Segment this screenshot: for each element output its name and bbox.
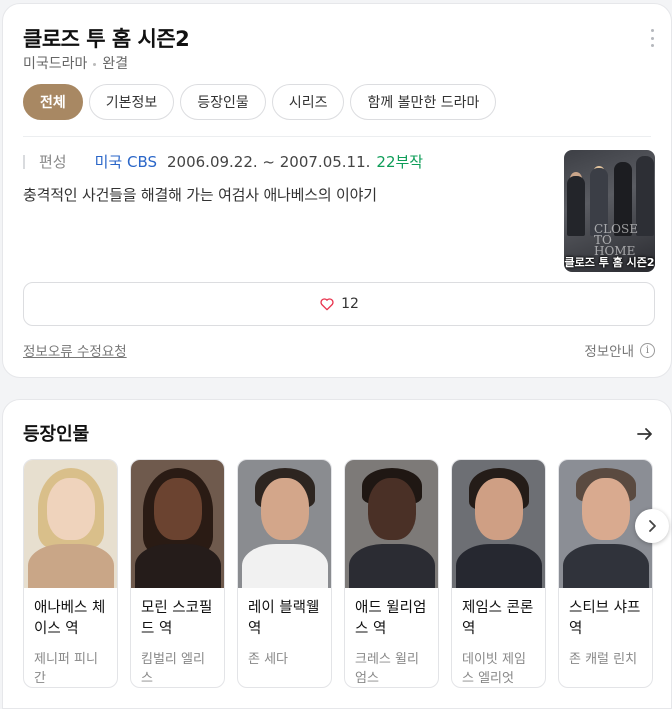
- broadcast-dates: 2006.09.22. ~ 2007.05.11.: [167, 152, 371, 171]
- show-poster[interactable]: CLOSE TO HOME 클로즈 투 홈 시즌2: [564, 150, 655, 272]
- info-bar: [23, 154, 25, 169]
- tab-basic-info[interactable]: 기본정보: [88, 84, 175, 120]
- poster-logo: CLOSE TO HOME: [594, 222, 638, 258]
- info-guide-label: 정보안내: [584, 344, 634, 360]
- show-subtitle: 미국드라마 완결: [23, 53, 128, 73]
- chevron-right-icon: [649, 520, 656, 532]
- cast-item[interactable]: 애드 윌리엄스 역 크레스 윌리엄스: [344, 459, 439, 688]
- cast-actor: 킴벌리 엘리스: [141, 652, 205, 686]
- cast-role: 제임스 콘론 역: [462, 600, 534, 637]
- tab-bar: 전체 기본정보 등장인물 시리즈 함께 볼만한 드라마: [23, 84, 497, 120]
- cast-photo: [452, 460, 545, 588]
- cast-photo: [24, 460, 117, 588]
- heart-outline-icon: [320, 298, 334, 311]
- cast-actor: 존 세다: [248, 652, 289, 667]
- cast-actor: 제니퍼 피니간: [34, 652, 98, 686]
- synopsis: 충격적인 사건들을 해결해 가는 여검사 애나베스의 이야기: [23, 186, 377, 204]
- poster-caption: 클로즈 투 홈 시즌2: [564, 256, 655, 269]
- broadcast-label: 편성: [39, 153, 67, 171]
- tab-cast[interactable]: 등장인물: [180, 84, 266, 120]
- like-button[interactable]: 12: [23, 282, 655, 326]
- arrow-right-icon[interactable]: [635, 424, 655, 444]
- show-info-card: 클로즈 투 홈 시즌2 미국드라마 완결 전체 기본정보 등장인물 시리즈 함께 …: [2, 3, 672, 378]
- divider: [23, 136, 651, 137]
- show-title: 클로즈 투 홈 시즌2: [23, 27, 190, 51]
- status-label: 완결: [102, 56, 129, 72]
- genre-label: 미국드라마: [23, 56, 88, 72]
- cast-actor: 데이빗 제임스 엘리엇: [462, 652, 526, 686]
- cast-item[interactable]: 애나베스 체이스 역 제니퍼 피니간: [23, 459, 118, 688]
- info-icon: i: [640, 342, 655, 358]
- cast-role: 애드 윌리엄스 역: [355, 600, 427, 637]
- cast-item[interactable]: 모린 스코필드 역 킴벌리 엘리스: [130, 459, 225, 688]
- tab-all[interactable]: 전체: [23, 84, 83, 120]
- episode-count: 22부작: [376, 153, 424, 171]
- cast-item[interactable]: 제임스 콘론 역 데이빗 제임스 엘리엇: [451, 459, 546, 688]
- tab-series[interactable]: 시리즈: [271, 84, 345, 120]
- cast-role: 레이 블랙웰 역: [248, 600, 320, 637]
- cast-role: 스티브 샤프 역: [569, 600, 641, 637]
- cast-photo: [131, 460, 224, 588]
- broadcast-info-row: 편성 미국 CBS 2006.09.22. ~ 2007.05.11. 22부작: [23, 151, 423, 172]
- network-link[interactable]: 미국 CBS: [95, 151, 157, 172]
- cast-role: 애나베스 체이스 역: [34, 600, 106, 637]
- carousel-next-button[interactable]: [635, 509, 669, 543]
- tab-recommended-dramas[interactable]: 함께 볼만한 드라마: [350, 84, 497, 120]
- cast-role: 모린 스코필드 역: [141, 600, 213, 637]
- like-count: 12: [341, 296, 359, 312]
- separator-dot: [93, 62, 97, 66]
- report-error-link[interactable]: 정보오류 수정요청: [23, 340, 127, 360]
- cast-section-title: 등장인물: [23, 424, 90, 445]
- cast-item[interactable]: 스티브 샤프 역 존 캐럴 린치: [558, 459, 653, 688]
- cast-actor: 존 캐럴 린치: [569, 652, 638, 667]
- cast-photo: [238, 460, 331, 588]
- info-guide-button[interactable]: 정보안내 i: [584, 340, 655, 360]
- cast-actor: 크레스 윌리엄스: [355, 652, 419, 686]
- cast-card-section: 등장인물 애나베스 체이스 역 제니퍼 피니간 모린 스코필드 역 킴벌리 엘리…: [2, 399, 672, 709]
- cast-list: 애나베스 체이스 역 제니퍼 피니간 모린 스코필드 역 킴벌리 엘리스 레이 …: [23, 459, 653, 688]
- cast-photo: [345, 460, 438, 588]
- more-options-icon[interactable]: [651, 29, 655, 47]
- cast-item[interactable]: 레이 블랙웰 역 존 세다: [237, 459, 332, 688]
